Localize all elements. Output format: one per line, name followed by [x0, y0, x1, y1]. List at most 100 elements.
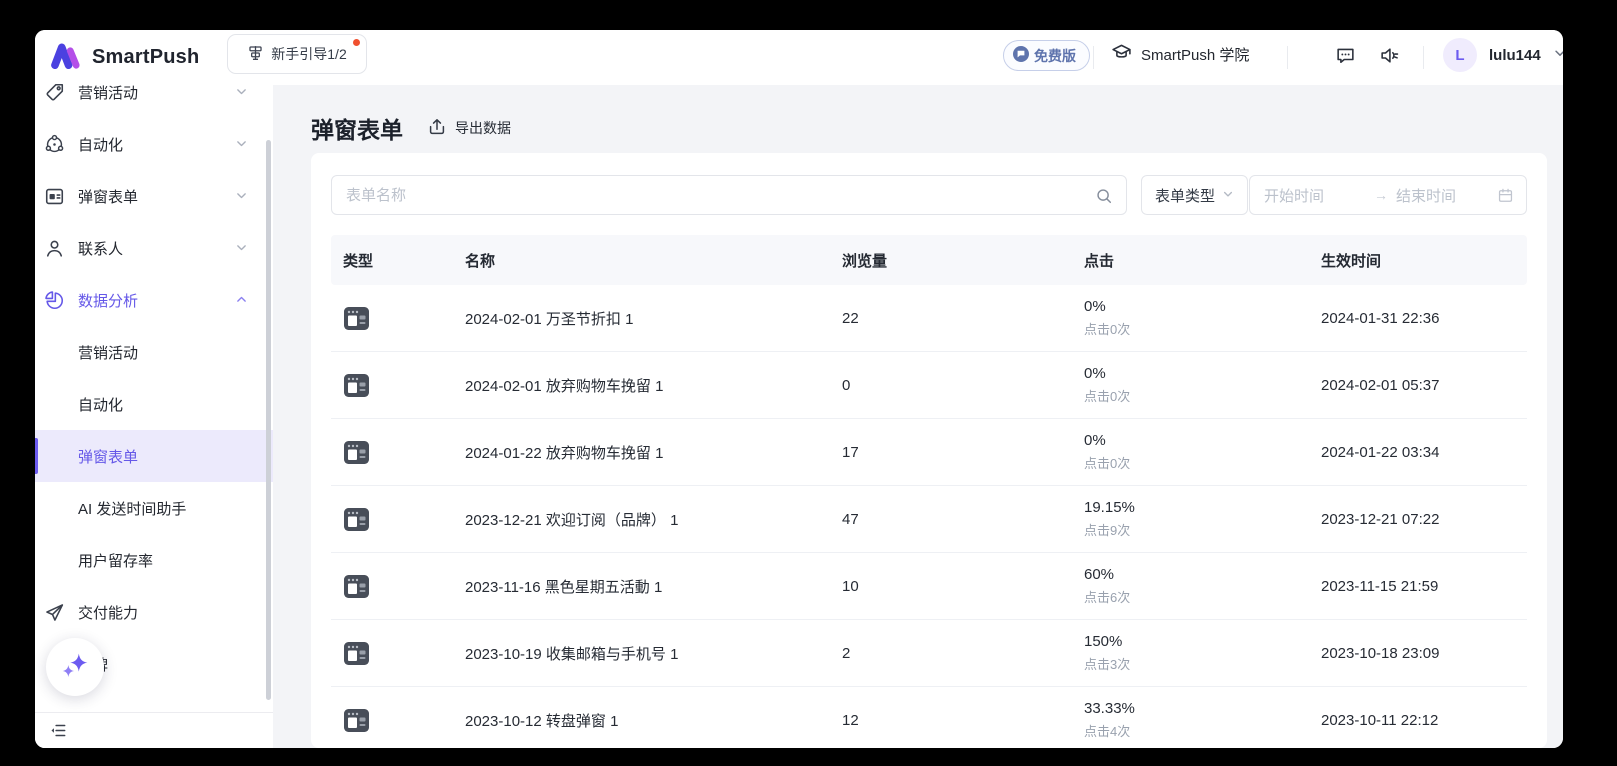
col-type: 类型 — [331, 250, 453, 271]
sidebar-scrollbar[interactable] — [266, 140, 271, 700]
form-name: 2024-01-22 放弃购物车挽留 1 — [453, 442, 830, 463]
user-menu[interactable]: L lulu144 — [1443, 38, 1563, 72]
sidebar-item-deliverability[interactable]: 交付能力 — [35, 586, 273, 638]
table-row[interactable]: 2023-10-12 转盘弹窗 1 12 33.33% 点击4次 2023-10… — [331, 687, 1527, 748]
screen-frame: SmartPush 新手引导1/2 免费版 — [0, 0, 1617, 766]
popup-form-type-icon — [331, 640, 453, 667]
form-type-value: 表单类型 — [1155, 185, 1215, 206]
page-header: 弹窗表单 导出数据 — [311, 111, 511, 145]
app-window: SmartPush 新手引导1/2 免费版 — [35, 30, 1563, 748]
popup-form-type-icon — [331, 707, 453, 734]
collapse-sidebar-button[interactable] — [45, 718, 71, 744]
export-data-button[interactable]: 导出数据 — [427, 117, 511, 140]
table-row[interactable]: 2024-02-01 放弃购物车挽留 1 0 0% 点击0次 2024-02-0… — [331, 352, 1527, 419]
click-rate: 150% — [1084, 633, 1309, 650]
chat-bubble-icon — [1335, 45, 1356, 71]
click-count: 点击4次 — [1084, 721, 1309, 740]
table-body: 2024-02-01 万圣节折扣 1 22 0% 点击0次 2024-01-31… — [331, 285, 1527, 748]
click-count: 点击9次 — [1084, 520, 1309, 539]
views-count: 0 — [830, 377, 1072, 394]
popup-form-type-icon — [331, 372, 453, 399]
popup-form-type-icon — [331, 439, 453, 466]
plan-badge-label: 免费版 — [1034, 46, 1076, 66]
sidebar-subitem-ai-send-time[interactable]: AI 发送时间助手 — [35, 482, 273, 534]
graduation-cap-icon — [1111, 42, 1132, 67]
notification-dot — [353, 39, 360, 46]
table-row[interactable]: 2023-11-16 黑色星期五活動 1 10 60% 点击6次 2023-11… — [331, 553, 1527, 620]
date-range-picker[interactable]: 开始时间 → 结束时间 — [1249, 175, 1527, 215]
calendar-icon — [1497, 187, 1514, 204]
effective-time: 2023-12-21 07:22 — [1309, 511, 1527, 528]
click-stats: 0% 点击0次 — [1072, 432, 1309, 472]
click-stats: 150% 点击3次 — [1072, 633, 1309, 673]
click-rate: 60% — [1084, 566, 1309, 583]
topbar-divider — [1287, 46, 1288, 69]
click-count: 点击0次 — [1084, 386, 1309, 405]
start-date-placeholder: 开始时间 — [1264, 185, 1324, 206]
click-stats: 60% 点击6次 — [1072, 566, 1309, 606]
popup-window-icon — [44, 186, 65, 207]
sidebar-subitem-analytics-automation[interactable]: 自动化 — [35, 378, 273, 430]
table-row[interactable]: 2024-01-22 放弃购物车挽留 1 17 0% 点击0次 2024-01-… — [331, 419, 1527, 486]
click-rate: 19.15% — [1084, 499, 1309, 516]
popup-form-type-icon — [331, 573, 453, 600]
views-count: 47 — [830, 511, 1072, 528]
username: lulu144 — [1489, 47, 1541, 64]
search-input[interactable] — [332, 176, 1126, 214]
sidebar-subitem-user-retention[interactable]: 用户留存率 — [35, 534, 273, 586]
click-stats: 19.15% 点击9次 — [1072, 499, 1309, 539]
sidebar-item-analytics[interactable]: 数据分析 — [35, 274, 273, 326]
table-row[interactable]: 2023-10-19 收集邮箱与手机号 1 2 150% 点击3次 2023-1… — [331, 620, 1527, 687]
date-range-arrow: → — [1374, 187, 1388, 203]
sidebar-subitem-analytics-campaigns[interactable]: 营销活动 — [35, 326, 273, 378]
form-type-select[interactable]: 表单类型 — [1141, 175, 1248, 215]
topbar-divider — [1093, 46, 1094, 69]
form-name: 2023-10-19 收集邮箱与手机号 1 — [453, 643, 830, 664]
sidebar-footer — [35, 712, 273, 748]
click-stats: 0% 点击0次 — [1072, 298, 1309, 338]
table-row[interactable]: 2024-02-01 万圣节折扣 1 22 0% 点击0次 2024-01-31… — [331, 285, 1527, 352]
click-count: 点击3次 — [1084, 654, 1309, 673]
pie-chart-icon — [44, 290, 65, 311]
views-count: 17 — [830, 444, 1072, 461]
avatar: L — [1443, 38, 1477, 72]
academy-link[interactable]: SmartPush 学院 — [1111, 42, 1249, 67]
plan-badge-icon — [1013, 46, 1029, 65]
click-rate: 0% — [1084, 432, 1309, 449]
effective-time: 2023-10-18 23:09 — [1309, 645, 1527, 662]
sidebar-item-campaigns[interactable]: 营销活动 — [35, 66, 273, 118]
announcements-button[interactable] — [1375, 44, 1403, 72]
speaker-icon — [1379, 45, 1400, 71]
sidebar-item-automation[interactable]: 自动化 — [35, 118, 273, 170]
sparkles-icon — [56, 646, 94, 689]
views-count: 22 — [830, 310, 1072, 327]
sidebar-subitem-analytics-popup-forms[interactable]: 弹窗表单 — [35, 430, 273, 482]
click-rate: 33.33% — [1084, 700, 1309, 717]
form-name: 2023-10-12 转盘弹窗 1 — [453, 710, 830, 731]
form-name: 2023-11-16 黑色星期五活動 1 — [453, 576, 830, 597]
popup-form-type-icon — [331, 305, 453, 332]
paper-plane-icon — [44, 602, 65, 623]
feedback-button[interactable] — [1331, 44, 1359, 72]
chevron-down-icon — [235, 85, 248, 103]
chevron-down-icon — [235, 189, 248, 207]
chevron-down-icon — [1222, 187, 1234, 204]
sidebar-item-contacts[interactable]: 联系人 — [35, 222, 273, 274]
form-name-search — [331, 175, 1127, 215]
chevron-down-icon — [1553, 46, 1563, 65]
sidebar: 营销活动 自动化 — [35, 85, 273, 748]
sidebar-nav: 营销活动 自动化 — [35, 66, 273, 690]
plan-badge[interactable]: 免费版 — [1003, 40, 1090, 71]
main-content: 弹窗表单 导出数据 — [273, 85, 1563, 748]
chevron-down-icon — [235, 137, 248, 155]
form-name: 2024-02-01 万圣节折扣 1 — [453, 308, 830, 329]
effective-time: 2023-10-11 22:12 — [1309, 712, 1527, 729]
ai-assistant-floating-button[interactable] — [46, 638, 104, 696]
search-icon[interactable] — [1095, 187, 1113, 210]
effective-time: 2024-01-22 03:34 — [1309, 444, 1527, 461]
views-count: 12 — [830, 712, 1072, 729]
sidebar-item-popup-forms[interactable]: 弹窗表单 — [35, 170, 273, 222]
views-count: 2 — [830, 645, 1072, 662]
table-row[interactable]: 2023-12-21 欢迎订阅（品牌） 1 47 19.15% 点击9次 202… — [331, 486, 1527, 553]
click-rate: 0% — [1084, 298, 1309, 315]
